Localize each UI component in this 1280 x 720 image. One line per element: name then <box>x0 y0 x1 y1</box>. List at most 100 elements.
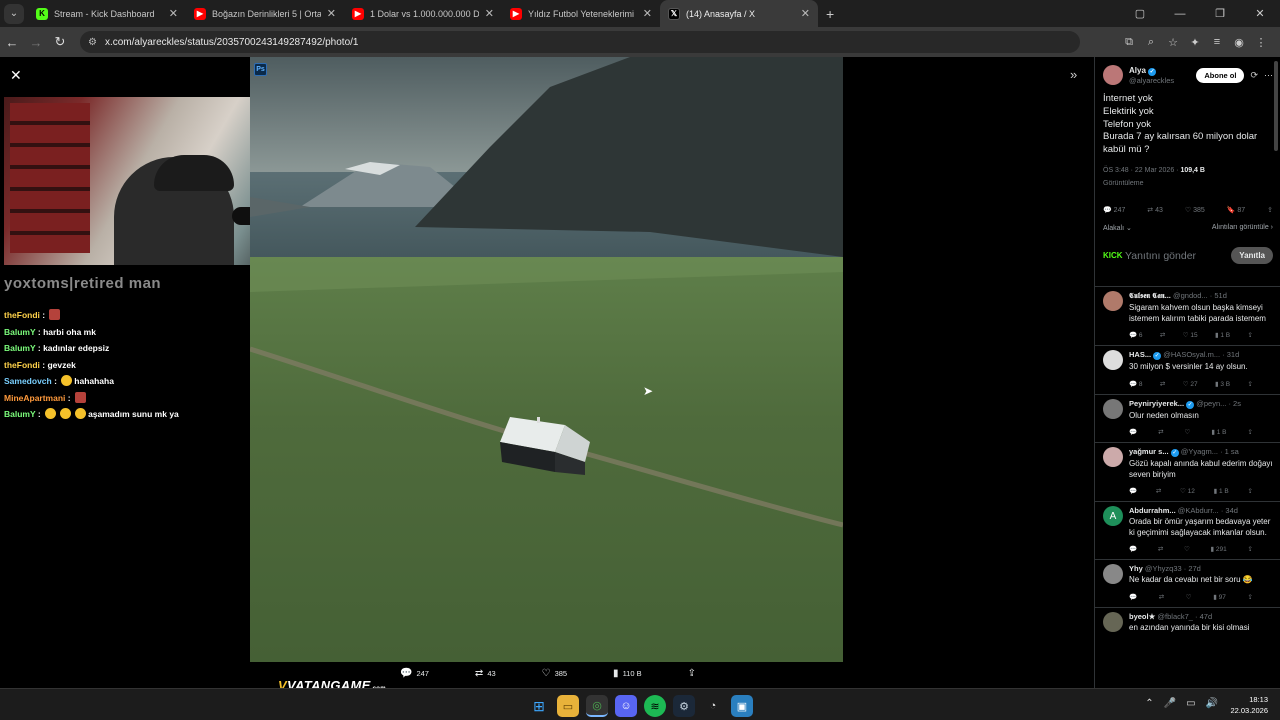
profile-avatar-icon[interactable]: ◉ <box>1228 36 1250 49</box>
chrome-icon[interactable]: ◎ <box>586 695 608 717</box>
avatar[interactable]: A <box>1103 506 1123 526</box>
menu-icon[interactable]: ⋮ <box>1250 36 1272 49</box>
views-icon[interactable]: ▮ 3 B <box>1215 380 1230 388</box>
tab-1[interactable]: ▶ Boğazın Derinlikleri 5 | Ortaköy ✕ <box>186 0 344 27</box>
repost-icon[interactable]: ⇄ <box>1156 487 1161 495</box>
back-icon[interactable]: ← <box>0 35 24 50</box>
share-icon[interactable]: ⇪ <box>1248 380 1253 388</box>
discord-icon[interactable]: ☺ <box>615 695 637 717</box>
like-stat[interactable]: ♡ 385 <box>1185 206 1205 214</box>
repost-icon[interactable]: ⇄ <box>1158 428 1163 436</box>
avatar[interactable] <box>1103 447 1123 467</box>
extensions-icon[interactable]: ✦ <box>1184 36 1206 49</box>
tab-3[interactable]: ▶ Yıldız Futbol Yeteneklerimi Puan ✕ <box>502 0 660 27</box>
repost-icon[interactable]: ⇄ <box>1160 380 1165 388</box>
close-viewer-icon[interactable]: ✕ <box>10 67 22 84</box>
reply-author[interactable]: 𝕮𝖚𝖑𝖘𝖊𝖓 𝕮𝖆𝖓... <box>1129 291 1171 300</box>
reply-item[interactable]: Peyniryiyerek... ✓ @peyn... · 2s Olur ne… <box>1095 393 1280 443</box>
extensions-menu-icon[interactable]: ▢ <box>1120 7 1160 20</box>
avatar[interactable] <box>1103 611 1123 632</box>
author-name[interactable]: Alya <box>1129 66 1146 75</box>
address-bar[interactable]: ⚙ x.com/alyareckles/status/2035700243149… <box>80 31 1080 53</box>
taskbar-clock[interactable]: 18:13 22.03.2026 <box>1230 694 1268 716</box>
reply-author[interactable]: Peyniryiyerek... <box>1129 399 1184 408</box>
reply-author[interactable]: HAS... <box>1129 350 1151 359</box>
steam-icon[interactable]: ⚙ <box>673 695 695 717</box>
tweet-photo[interactable]: Ps ➤ <box>250 57 843 662</box>
heart-icon[interactable]: ♡ 27 <box>1183 380 1198 388</box>
file-explorer-icon[interactable]: ▭ <box>557 695 579 717</box>
views-icon[interactable]: ▮ 1 B <box>1214 487 1229 495</box>
tab-0[interactable]: K Stream - Kick Dashboard ✕ <box>28 0 186 27</box>
heart-icon[interactable]: ♡ 12 <box>1180 487 1195 495</box>
reply-icon[interactable]: 💬 <box>1129 593 1137 601</box>
views-icon[interactable]: ▮ 1 B <box>1211 428 1226 436</box>
views-icon[interactable]: ▮ 291 <box>1211 545 1227 553</box>
windows-start-icon[interactable]: ⊞ <box>528 695 550 717</box>
repost-button[interactable]: ⇄ 43 <box>475 668 496 679</box>
collapse-panel-icon[interactable]: » <box>1070 67 1077 82</box>
tab-close-icon[interactable]: ✕ <box>327 7 336 20</box>
obs-icon[interactable]: ◔ <box>702 695 724 717</box>
zoom-icon[interactable]: ⌕ <box>1140 36 1162 49</box>
tab-close-icon[interactable]: ✕ <box>485 7 494 20</box>
bookmark-star-icon[interactable]: ☆ <box>1162 36 1184 49</box>
reply-stat[interactable]: 💬 247 <box>1103 206 1125 214</box>
share-icon[interactable]: ⇪ <box>1267 206 1273 214</box>
reply-item[interactable]: A Abdurrahm... @KAbdurr... · 34d Orada b… <box>1095 501 1280 559</box>
reply-item[interactable]: 𝕮𝖚𝖑𝖘𝖊𝖓 𝕮𝖆𝖓... @gndod... · 51d Sigaram ka… <box>1095 286 1280 345</box>
subscribe-button[interactable]: Abone ol <box>1196 67 1245 83</box>
views-icon[interactable]: ▮ 97 <box>1213 593 1226 601</box>
reply-author[interactable]: byeol★ <box>1129 612 1155 621</box>
reload-icon[interactable]: ↻ <box>48 34 72 50</box>
reply-item[interactable]: HAS... ✓ @HASOsyal.m... · 31d 30 milyon … <box>1095 345 1280 394</box>
reply-author[interactable]: Abdurrahm... <box>1129 506 1176 515</box>
views-button[interactable]: ▮ 110 B <box>613 668 642 679</box>
minimize-icon[interactable]: — <box>1160 8 1200 20</box>
share-icon[interactable]: ⇪ <box>1248 487 1253 495</box>
tab-close-icon[interactable]: ✕ <box>169 7 178 20</box>
tab-2[interactable]: ▶ 1 Dolar vs 1.000.000.000 Dolar ✕ <box>344 0 502 27</box>
spotify-icon[interactable]: ≋ <box>644 695 666 717</box>
close-window-icon[interactable]: ✕ <box>1240 7 1280 20</box>
reply-icon[interactable]: 💬 <box>1129 487 1137 495</box>
like-button[interactable]: ♡ 385 <box>542 668 567 679</box>
reply-item[interactable]: Yhy @Yhyzq33 · 27d Ne kadar da cevabı ne… <box>1095 559 1280 607</box>
reply-icon[interactable]: 💬 <box>1129 545 1137 553</box>
tab-close-icon[interactable]: ✕ <box>801 7 810 20</box>
author-handle[interactable]: @alyareckles <box>1129 76 1174 85</box>
sort-relevant-dropdown[interactable]: Alakalı ⌄ <box>1103 224 1132 232</box>
avatar[interactable] <box>1103 398 1123 419</box>
repost-icon[interactable]: ⇄ <box>1158 545 1163 553</box>
tab-4[interactable]: 𝕏 (14) Anasayfa / X ✕ <box>660 0 818 27</box>
app-icon[interactable]: ▣ <box>731 695 753 717</box>
tab-search-button[interactable]: ⌄ <box>4 3 24 24</box>
more-icon[interactable]: ⋯ <box>1264 70 1273 81</box>
reply-item[interactable]: byeol★ @fblack7_ · 47d en azından yanınd… <box>1095 606 1280 634</box>
media-icon[interactable]: ≡ <box>1206 36 1228 49</box>
reply-item[interactable]: yağmur s... ✓ @Yyagm... · 1 sa Gözü kapa… <box>1095 442 1280 501</box>
tab-close-icon[interactable]: ✕ <box>643 7 652 20</box>
reply-button[interactable]: 💬 247 <box>400 668 429 679</box>
heart-icon[interactable]: ♡ <box>1184 545 1190 553</box>
avatar[interactable] <box>1103 291 1123 311</box>
reply-author[interactable]: Yhy <box>1129 564 1143 573</box>
views-icon[interactable]: ▮ 1 B <box>1215 331 1230 339</box>
microphone-icon[interactable]: 🎤 <box>1164 698 1176 709</box>
tray-overflow-icon[interactable]: ⌃ <box>1145 698 1153 709</box>
repost-icon[interactable]: ⇄ <box>1160 331 1165 339</box>
avatar[interactable] <box>1103 350 1123 370</box>
heart-icon[interactable]: ♡ <box>1185 428 1191 436</box>
tweet-time[interactable]: ÖS 3:48 · 22 Mar 2026 · <box>1103 167 1180 174</box>
repost-icon[interactable]: ⇄ <box>1159 593 1164 601</box>
bookmark-stat[interactable]: 🔖 87 <box>1227 206 1245 214</box>
avatar[interactable] <box>1103 65 1123 85</box>
heart-icon[interactable]: ♡ 15 <box>1183 331 1198 339</box>
install-app-icon[interactable]: ⧉ <box>1118 36 1140 49</box>
share-icon[interactable]: ⇪ <box>1248 545 1253 553</box>
heart-icon[interactable]: ♡ <box>1186 593 1192 601</box>
share-icon[interactable]: ⇪ <box>1248 331 1253 339</box>
share-icon[interactable]: ⇪ <box>1248 428 1253 436</box>
site-info-icon[interactable]: ⚙ <box>88 37 97 48</box>
reply-icon[interactable]: 💬 8 <box>1129 380 1143 388</box>
